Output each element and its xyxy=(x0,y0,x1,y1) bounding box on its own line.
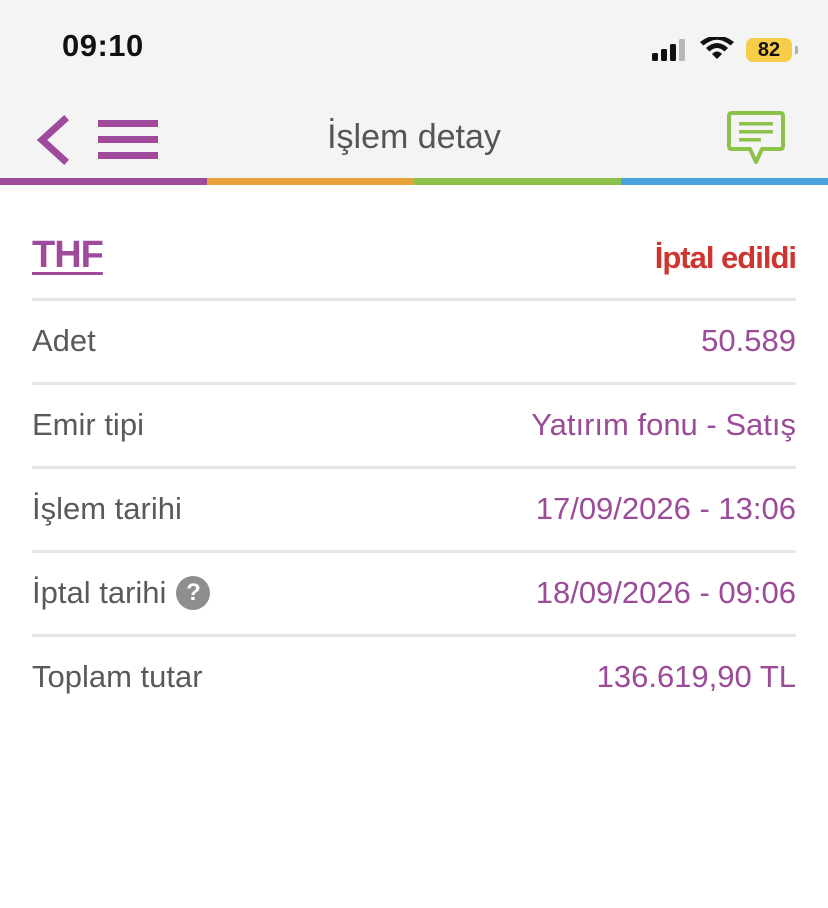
row-label: İşlem tarihi xyxy=(32,491,182,527)
detail-row-order-type: Emir tipi Yatırım fonu - Satış xyxy=(32,385,796,469)
detail-row-total-amount: Toplam tutar 136.619,90 TL xyxy=(32,637,796,718)
row-label: İptal tarihi ? xyxy=(32,575,211,611)
row-label-text: Adet xyxy=(32,323,96,358)
chat-bubble-icon xyxy=(727,111,785,164)
cellular-signal-icon xyxy=(652,39,685,61)
menu-button[interactable] xyxy=(98,120,160,160)
nav-bar: İşlem detay xyxy=(0,100,828,178)
battery-tip xyxy=(795,46,798,54)
row-value: 18/09/2026 - 09:06 xyxy=(535,575,796,610)
row-label-text: İşlem tarihi xyxy=(32,491,182,526)
transaction-detail: THF İptal edildi Adet 50.589 Emir tipi Y… xyxy=(0,212,828,718)
back-button[interactable] xyxy=(30,114,74,166)
hamburger-menu-icon xyxy=(98,120,158,159)
row-value: 136.619,90 TL xyxy=(596,659,796,694)
chat-button[interactable] xyxy=(726,110,786,168)
row-label: Toplam tutar xyxy=(32,659,203,695)
status-time: 09:10 xyxy=(62,28,144,63)
screen: 09:10 82 İşlem detay THF İptal edildi Ad… xyxy=(0,0,828,908)
battery-icon: 82 xyxy=(746,38,798,62)
status-bar: 09:10 82 xyxy=(0,0,828,100)
strip-segment-blue xyxy=(621,178,828,185)
row-label: Emir tipi xyxy=(32,407,144,443)
color-strip xyxy=(0,178,828,185)
row-label: Adet xyxy=(32,323,96,359)
detail-row-transaction-date: İşlem tarihi 17/09/2026 - 13:06 xyxy=(32,469,796,553)
strip-segment-green xyxy=(414,178,621,185)
detail-row-quantity: Adet 50.589 xyxy=(32,301,796,385)
help-icon[interactable]: ? xyxy=(176,576,211,610)
page-title: İşlem detay xyxy=(327,118,501,156)
fund-code-link[interactable]: THF xyxy=(32,234,104,277)
row-label-text: Emir tipi xyxy=(32,407,144,442)
status-icons: 82 xyxy=(652,34,798,66)
chevron-left-icon xyxy=(36,115,69,165)
row-value: Yatırım fonu - Satış xyxy=(531,407,796,442)
row-label-text: İptal tarihi xyxy=(32,575,167,610)
strip-segment-orange xyxy=(207,178,414,185)
status-badge: İptal edildi xyxy=(654,240,797,275)
strip-segment-purple xyxy=(0,178,207,185)
battery-level: 82 xyxy=(757,38,781,61)
row-label-text: Toplam tutar xyxy=(32,659,203,694)
detail-row-cancel-date: İptal tarihi ? 18/09/2026 - 09:06 xyxy=(32,553,796,637)
wifi-icon xyxy=(700,37,734,59)
row-value: 17/09/2026 - 13:06 xyxy=(535,491,796,526)
row-value: 50.589 xyxy=(701,323,796,358)
transaction-header: THF İptal edildi xyxy=(32,212,797,301)
